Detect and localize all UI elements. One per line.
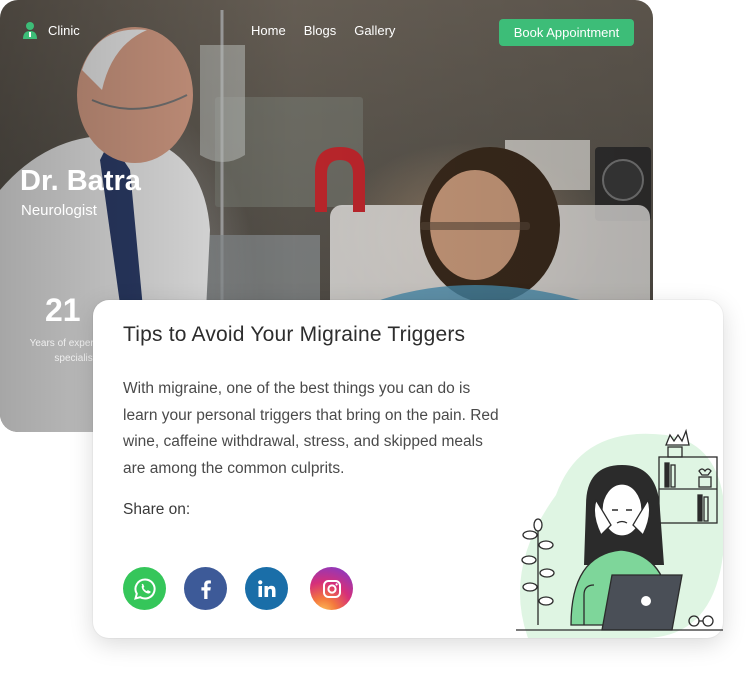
linkedin-icon (257, 579, 275, 597)
book-appointment-button[interactable]: Book Appointment (499, 19, 634, 46)
article-title: Tips to Avoid Your Migraine Triggers (123, 323, 466, 346)
article-card: Tips to Avoid Your Migraine Triggers Wit… (93, 300, 723, 638)
experience-stat-value: 21 (45, 292, 81, 328)
whatsapp-share-button[interactable] (123, 567, 166, 610)
nav-link-home[interactable]: Home (251, 23, 286, 38)
doctor-icon (23, 22, 37, 39)
share-label: Share on: (123, 501, 191, 518)
doctor-name: Dr. Batra (20, 165, 141, 197)
instagram-share-button[interactable] (310, 567, 353, 610)
whatsapp-icon (133, 577, 156, 600)
article-body: With migraine, one of the best things yo… (123, 380, 499, 477)
facebook-share-button[interactable] (184, 567, 227, 610)
brand-name: Clinic (48, 22, 80, 38)
instagram-icon (322, 579, 341, 598)
main-nav: Home Blogs Gallery (251, 23, 395, 38)
doctor-specialty: Neurologist (21, 202, 97, 219)
nav-link-gallery[interactable]: Gallery (354, 23, 395, 38)
facebook-icon (200, 579, 211, 599)
linkedin-share-button[interactable] (245, 567, 288, 610)
migraine-illustration (516, 428, 723, 638)
nav-link-blogs[interactable]: Blogs (304, 23, 337, 38)
brand-logo[interactable]: Clinic (20, 20, 80, 40)
